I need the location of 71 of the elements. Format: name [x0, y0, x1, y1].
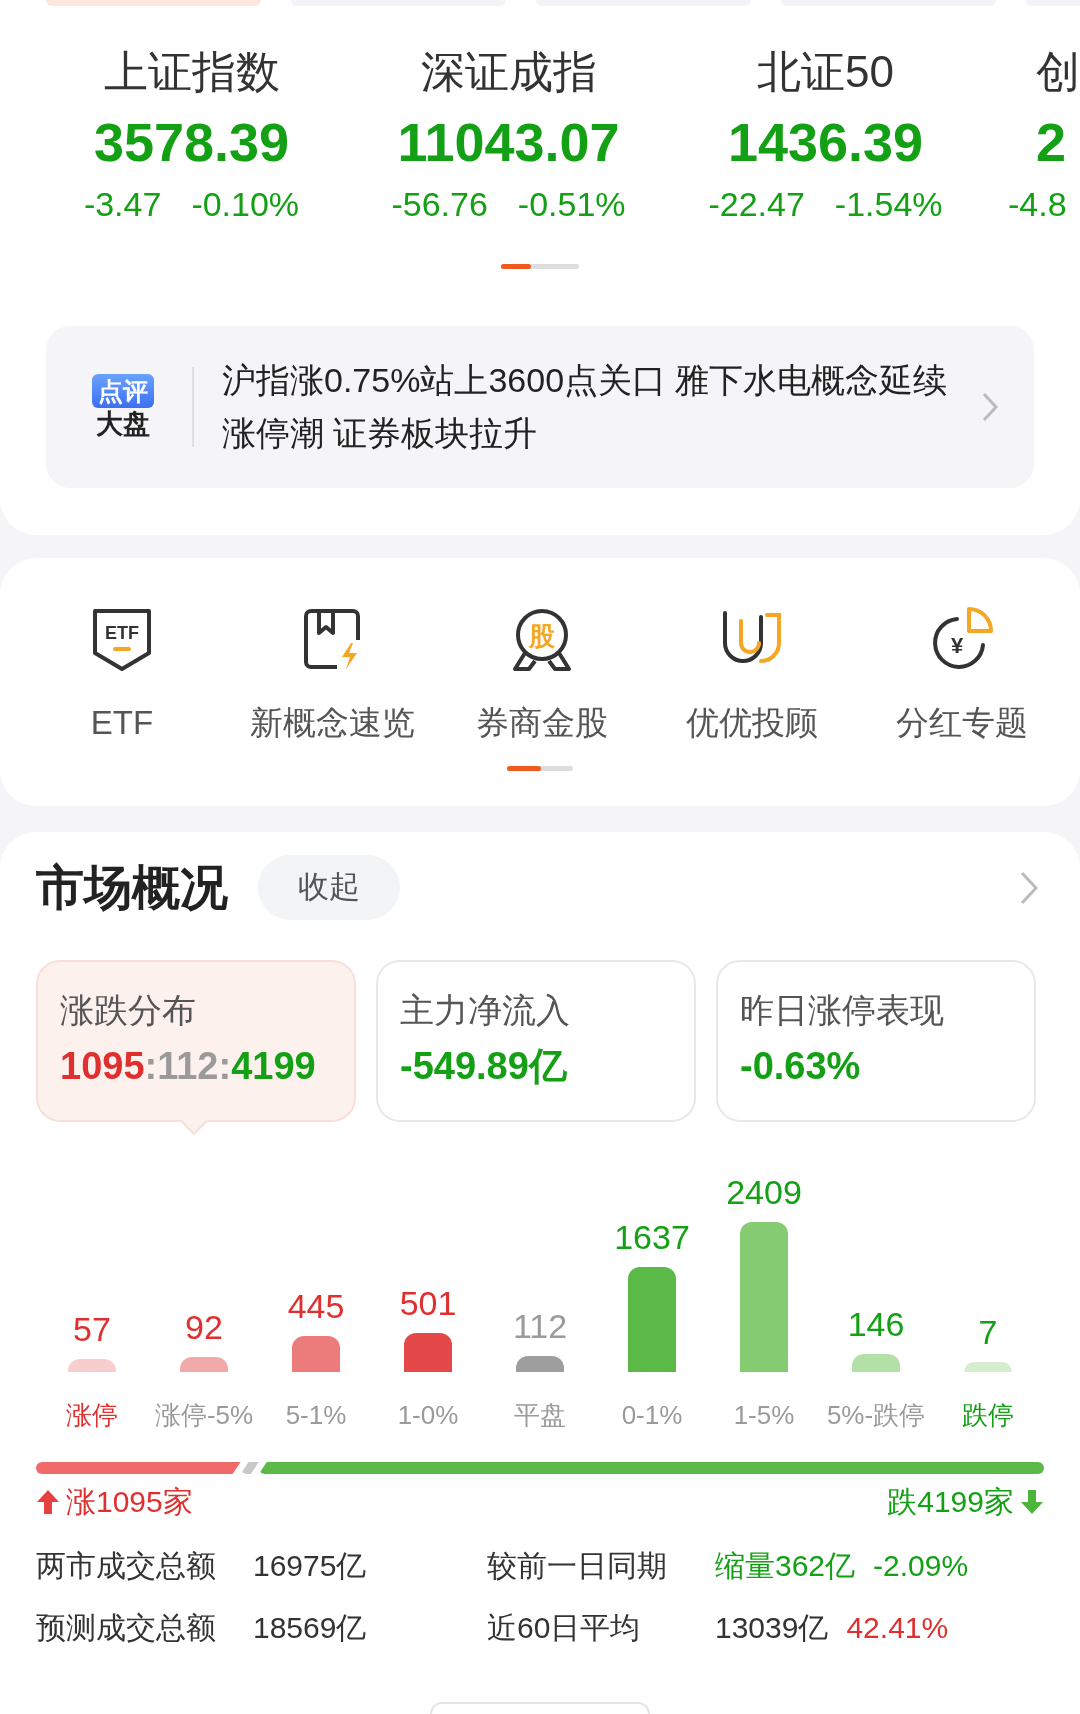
compare-label: 近60日平均	[487, 1610, 642, 1646]
turnover-label: 预测成交总额	[36, 1610, 217, 1646]
pager-indicator	[507, 766, 573, 771]
shortcut-item[interactable]: ¥ 分红专题	[857, 607, 1067, 742]
count-label: 2409	[726, 1172, 802, 1212]
count-label: 501	[399, 1282, 457, 1323]
shortcut-item[interactable]: 优优投顾	[647, 607, 857, 742]
shield-icon: ETF	[91, 607, 153, 673]
count-label: 57	[73, 1308, 111, 1349]
up-count: 涨1095家	[66, 1484, 193, 1520]
turnover-value: 16975亿	[253, 1548, 368, 1584]
index-value: 11043.07	[397, 112, 620, 172]
shortcut-item[interactable]: 股 券商金股	[437, 607, 647, 742]
index-name: 北证50	[757, 47, 894, 97]
count-label: 7	[978, 1311, 998, 1352]
arrow-down-icon	[1020, 1489, 1044, 1515]
index-percent: -0.10%	[191, 185, 300, 223]
index-value: 3578.39	[93, 112, 290, 172]
count-label: 146	[847, 1303, 905, 1344]
index-percent: -0.51%	[517, 185, 626, 223]
range-label: 0-1%	[621, 1400, 683, 1430]
range-label: 涨停-5%	[154, 1400, 254, 1430]
down-count: 跌4199家	[887, 1484, 1014, 1520]
commentary-text: 沪指涨0.75%站上3600点关口 雅下水电概念延续涨停潮 证券板块拉升	[222, 360, 949, 454]
arrow-up-icon	[36, 1489, 60, 1515]
shortcut-item[interactable]: ETF ETF	[17, 607, 227, 742]
stat-value: -549.89亿	[400, 1044, 568, 1088]
compare-value: -2.09%	[873, 1548, 969, 1584]
range-label: 5-1%	[285, 1400, 347, 1430]
stat-title: 涨跌分布	[60, 990, 197, 1030]
stat-value: 1095:112:4199	[60, 1044, 317, 1088]
index-name: 创	[1036, 47, 1080, 97]
index-change: -3.47	[83, 185, 162, 223]
tab-pill[interactable]	[46, 0, 261, 6]
compare-value: 缩量362亿	[715, 1548, 856, 1584]
turnover-label: 两市成交总额	[36, 1548, 217, 1584]
chevron-right-icon	[982, 392, 998, 422]
expand-button[interactable]	[430, 1702, 650, 1714]
index-name: 深证成指	[420, 47, 597, 97]
index-value: 1436.39	[727, 112, 924, 172]
index-percent: -1.54%	[834, 185, 943, 223]
turnover-value: 18569亿	[253, 1610, 368, 1646]
stat-card[interactable]: 昨日涨停表现 -0.63%	[716, 960, 1036, 1122]
shortcut-item[interactable]: 新概念速览	[227, 607, 437, 742]
range-label: 平盘	[514, 1400, 566, 1430]
count-label: 112	[512, 1305, 568, 1346]
commentary-logo: 点评 大盘	[82, 374, 164, 440]
count-label: 92	[185, 1306, 223, 1347]
stat-value: -0.63%	[740, 1044, 862, 1088]
compare-value: 42.41%	[846, 1610, 949, 1646]
index-value: 2	[1036, 112, 1067, 172]
index-change: -22.47	[708, 185, 805, 223]
range-label: 跌停	[962, 1400, 1014, 1430]
stat-title: 昨日涨停表现	[740, 990, 945, 1030]
commentary-banner[interactable]: 点评 大盘 沪指涨0.75%站上3600点关口 雅下水电概念延续涨停潮 证券板块拉升	[46, 326, 1034, 488]
chevron-right-icon	[1020, 870, 1038, 905]
compare-label: 较前一日同期	[487, 1548, 668, 1584]
section-title: 市场概况	[36, 859, 228, 916]
count-label: 445	[287, 1286, 345, 1327]
index-change: -56.76	[391, 185, 488, 223]
range-label: 1-0%	[397, 1400, 459, 1430]
count-label: 1637	[614, 1216, 690, 1257]
range-label: 涨停	[66, 1400, 118, 1430]
range-label: 5%-跌停	[826, 1400, 926, 1430]
stat-title: 主力净流入	[400, 990, 571, 1030]
compare-value: 13039亿	[715, 1610, 829, 1646]
index-name: 上证指数	[103, 47, 280, 97]
range-label: 1-5%	[733, 1400, 795, 1430]
collapse-button[interactable]: 收起	[258, 855, 400, 920]
index-change: -4.8	[1008, 185, 1067, 223]
stat-card[interactable]: 主力净流入 -549.89亿	[376, 960, 696, 1122]
